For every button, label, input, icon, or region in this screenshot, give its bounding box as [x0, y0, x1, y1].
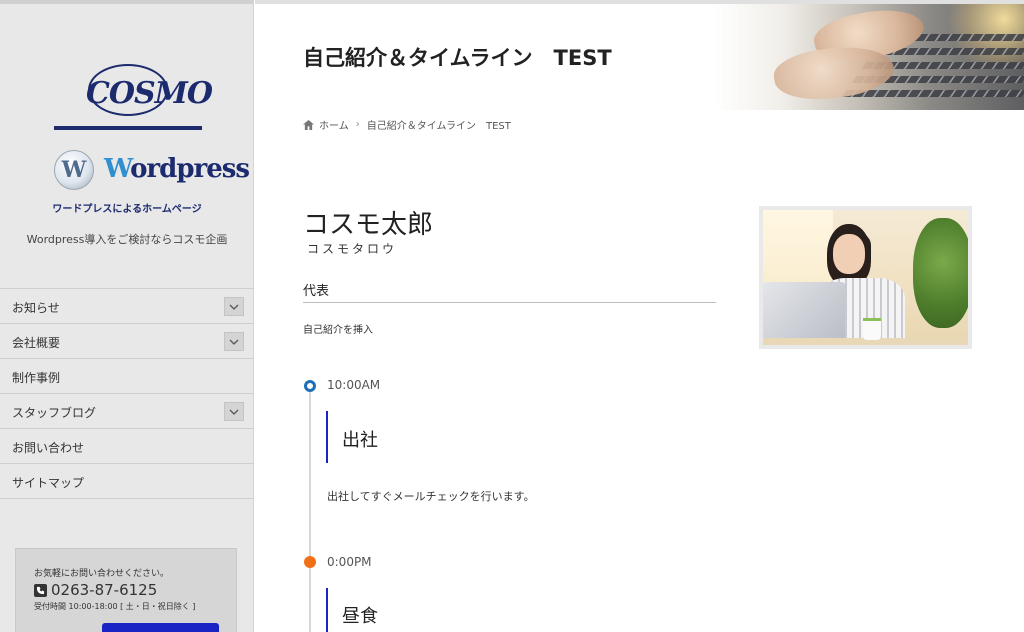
sidebar-item-label: スタッフブログ [12, 406, 97, 420]
site-tagline: Wordpress導入をご検討ならコスモ企画 [26, 233, 228, 246]
timeline-title-accent [326, 411, 328, 463]
phone-number: 0263-87-6125 [51, 581, 158, 599]
timeline-title: 出社 [342, 430, 378, 451]
breadcrumb-separator-icon: › [355, 119, 360, 130]
timeline-line [309, 392, 311, 632]
cup-icon [863, 318, 881, 340]
wordpress-logo-initial: W [104, 154, 131, 184]
wordpress-logo-text: Wordpress [104, 154, 250, 184]
page-header: 自己紹介＆タイムライン TEST [255, 0, 1024, 110]
contact-note: お気軽にお問い合わせください。 [34, 569, 170, 579]
page-title: 自己紹介＆タイムライン TEST [303, 46, 612, 70]
timeline-description: 出社してすぐメールチェックを行います。 [327, 490, 535, 503]
logo-caption: ワードプレスによるホームページ [52, 204, 202, 215]
cosmo-logo-text: COSMO [86, 76, 213, 111]
breadcrumb-current: 自己紹介＆タイムライン TEST [366, 121, 511, 132]
sidebar-item-label: 制作事例 [12, 371, 61, 385]
laptop-icon [763, 282, 845, 344]
header-keyboard-image [714, 4, 1024, 110]
contact-hours: 受付時間 10:00-18:00 [ 土・日・祝日除く ] [34, 602, 196, 611]
main-content: 自己紹介＆タイムライン TEST ホーム › 自己紹介＆タイムライン TEST … [255, 0, 1024, 632]
sidebar-item-label: 会社概要 [12, 336, 61, 350]
wordpress-logo-rest: ordpress [130, 154, 250, 184]
cosmo-logo: COSMO [54, 60, 213, 132]
timeline-dot [304, 556, 316, 568]
breadcrumb-home[interactable]: ホーム [319, 117, 349, 132]
contact-phone[interactable]: 0263-87-6125 [34, 581, 157, 599]
photo-plant [913, 218, 968, 328]
profile-name: コスモ太郎 [303, 210, 434, 240]
cosmo-logo-underline [54, 126, 202, 130]
timeline-time: 10:00AM [327, 378, 381, 392]
profile-kana: コスモタロウ [307, 242, 398, 256]
wordpress-logo: W Wordpress [54, 150, 250, 190]
profile-photo [759, 206, 972, 349]
sidebar-item-company[interactable]: 会社概要 [0, 324, 253, 359]
header-image-keyboard-row [841, 90, 1024, 97]
sidebar-item-label: お知らせ [12, 301, 60, 315]
phone-icon [34, 583, 47, 597]
timeline-title-accent [326, 588, 328, 632]
chevron-down-icon[interactable] [224, 297, 244, 316]
wordpress-icon: W [54, 150, 94, 190]
profile-role: 代表 [303, 284, 330, 299]
headset-icon [829, 230, 871, 260]
sidebar-item-staff-blog[interactable]: スタッフブログ [0, 394, 253, 429]
sidebar-item-works[interactable]: 制作事例 [0, 359, 253, 394]
sidebar-top-border [0, 0, 253, 4]
chevron-down-icon[interactable] [224, 332, 244, 351]
sidebar: COSMO W Wordpress ワードプレスによるホームページ Wordpr… [0, 0, 254, 632]
sidebar-item-news[interactable]: お知らせ [0, 289, 253, 324]
contact-box: お気軽にお問い合わせください。 0263-87-6125 受付時間 10:00-… [15, 548, 237, 632]
home-icon [303, 119, 314, 130]
breadcrumb: ホーム › 自己紹介＆タイムライン TEST [303, 117, 511, 132]
sidebar-item-sitemap[interactable]: サイトマップ [0, 464, 253, 499]
sidebar-item-contact[interactable]: お問い合わせ [0, 429, 253, 464]
profile-divider [303, 302, 716, 303]
profile-intro: 自己紹介を挿入 [303, 325, 373, 336]
timeline-title: 昼食 [342, 606, 378, 627]
chevron-down-icon[interactable] [224, 402, 244, 421]
sidebar-item-label: サイトマップ [12, 476, 85, 490]
sidebar-item-label: お問い合わせ [12, 441, 85, 455]
timeline-dot [304, 380, 316, 392]
timeline-time: 0:00PM [327, 555, 372, 569]
contact-button[interactable] [102, 623, 219, 632]
sidebar-nav: お知らせ 会社概要 制作事例 スタッフブログ お問い合わせ サイトマップ [0, 288, 253, 499]
